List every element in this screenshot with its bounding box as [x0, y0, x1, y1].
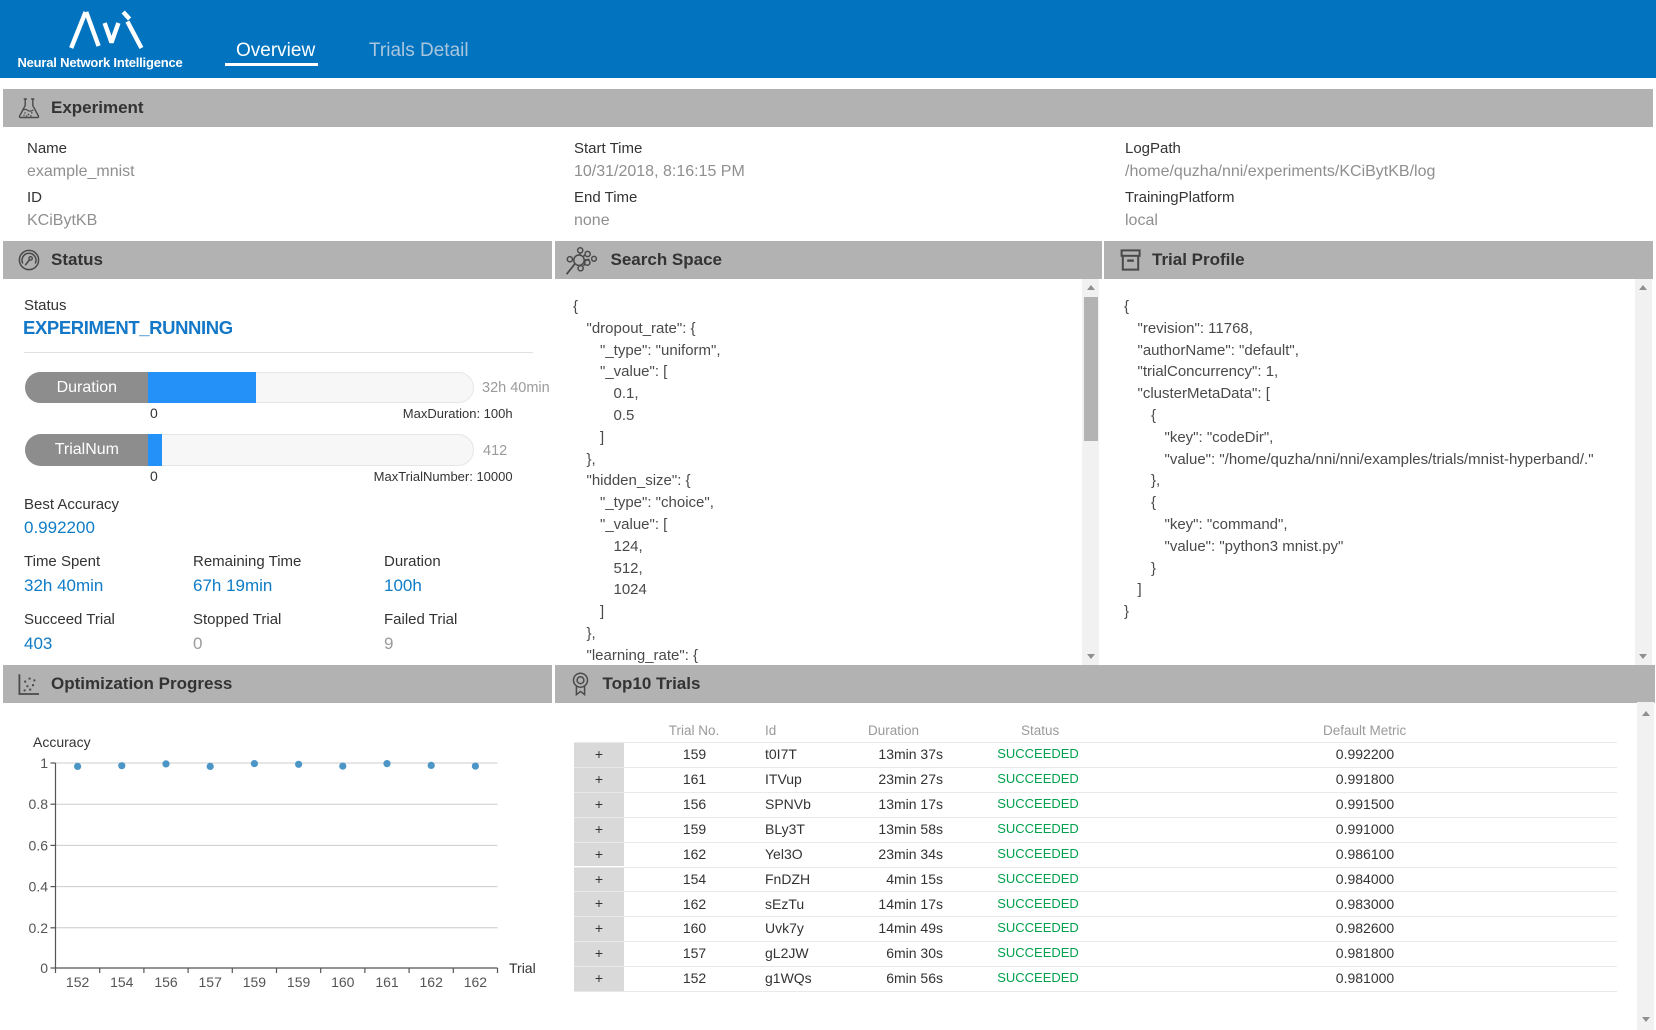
svg-text:159: 159: [287, 974, 311, 990]
svg-text:162: 162: [420, 974, 444, 990]
svg-text:160: 160: [331, 974, 355, 990]
svg-text:0.6: 0.6: [29, 837, 49, 853]
svg-text:152: 152: [66, 974, 90, 990]
svg-text:0.4: 0.4: [29, 879, 49, 895]
svg-text:1: 1: [40, 755, 48, 771]
svg-text:0: 0: [40, 960, 48, 976]
svg-text:154: 154: [110, 974, 134, 990]
svg-text:161: 161: [375, 974, 399, 990]
svg-text:0.2: 0.2: [29, 920, 49, 936]
svg-text:159: 159: [243, 974, 267, 990]
svg-text:162: 162: [464, 974, 488, 990]
svg-text:157: 157: [199, 974, 223, 990]
svg-text:0.8: 0.8: [29, 796, 49, 812]
svg-text:Accuracy: Accuracy: [33, 734, 91, 750]
svg-text:156: 156: [154, 974, 178, 990]
svg-text:Trial: Trial: [509, 960, 536, 976]
